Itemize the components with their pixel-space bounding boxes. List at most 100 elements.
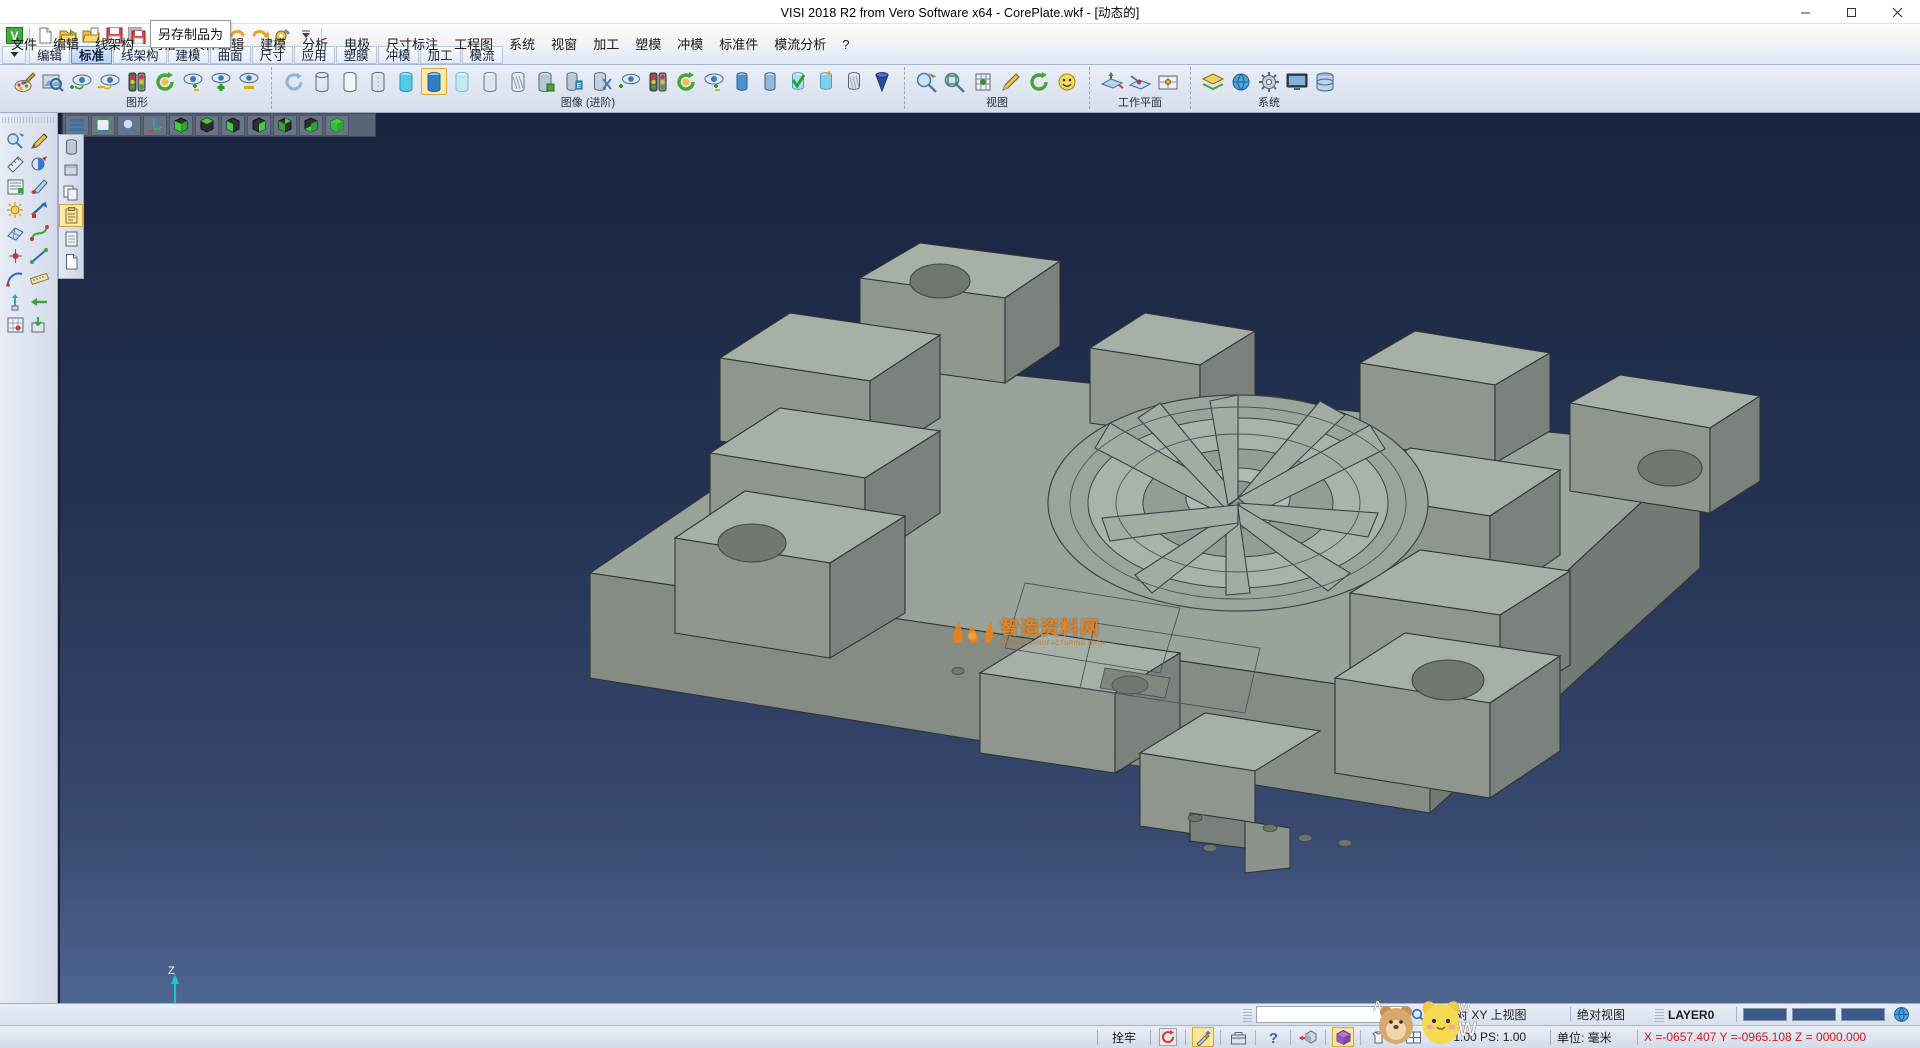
menu-item-17[interactable]: ? bbox=[834, 35, 857, 55]
menu-item-10[interactable]: 系统 bbox=[501, 35, 543, 55]
cone-icon[interactable] bbox=[869, 68, 895, 95]
add-visible2-icon[interactable] bbox=[617, 68, 643, 95]
line-icon[interactable] bbox=[28, 245, 50, 266]
cylinder-small-icon[interactable] bbox=[59, 135, 83, 158]
list-small-icon[interactable] bbox=[59, 227, 83, 250]
color-swatch-0[interactable] bbox=[1743, 1008, 1787, 1021]
view-back-icon[interactable] bbox=[273, 115, 297, 136]
remove-entity-icon[interactable] bbox=[236, 68, 262, 95]
cyl-a-icon[interactable] bbox=[729, 68, 755, 95]
z-axis-icon[interactable] bbox=[4, 291, 26, 312]
toggle2-icon[interactable] bbox=[701, 68, 727, 95]
blue-cyl-selected-icon[interactable] bbox=[421, 68, 447, 95]
help-question-icon[interactable]: ? bbox=[1262, 1027, 1284, 1047]
refresh-view-icon[interactable] bbox=[281, 68, 307, 95]
wp-origin-icon[interactable] bbox=[1155, 68, 1181, 95]
export-small-icon[interactable] bbox=[28, 314, 50, 335]
menu-item-11[interactable]: 视窗 bbox=[543, 35, 585, 55]
menu-item-5[interactable]: 建模 bbox=[252, 35, 294, 55]
cross-cyl-icon[interactable] bbox=[589, 68, 615, 95]
add-visible-icon[interactable] bbox=[68, 68, 94, 95]
cyl-b-icon[interactable] bbox=[757, 68, 783, 95]
menu-item-16[interactable]: 模流分析 bbox=[766, 35, 834, 55]
minimize-button[interactable] bbox=[1782, 0, 1828, 24]
menu-item-2[interactable]: 线架构 bbox=[87, 35, 142, 55]
menu-item-9[interactable]: 工程图 bbox=[446, 35, 501, 55]
edit-entity-icon[interactable] bbox=[28, 176, 50, 197]
mesh-icon[interactable] bbox=[4, 222, 26, 243]
zoom-dynamic-icon[interactable] bbox=[4, 130, 26, 151]
menu-item-0[interactable]: 文件 bbox=[3, 35, 45, 55]
view-left-icon[interactable] bbox=[221, 115, 245, 136]
view-top-icon[interactable] bbox=[195, 115, 219, 136]
zoom-glass-icon[interactable] bbox=[117, 115, 141, 136]
view-front-icon[interactable] bbox=[169, 115, 193, 136]
status-grip-1[interactable] bbox=[1243, 1008, 1252, 1022]
zoom-window-icon[interactable] bbox=[914, 68, 940, 95]
zoom-all-icon[interactable] bbox=[942, 68, 968, 95]
hidden-cyl-icon[interactable] bbox=[337, 68, 363, 95]
globe-icon[interactable] bbox=[1890, 1005, 1912, 1025]
traffic-light-icon[interactable] bbox=[124, 68, 150, 95]
monitor-icon[interactable] bbox=[1284, 68, 1310, 95]
explode-cube-icon[interactable] bbox=[1297, 1027, 1319, 1047]
wp-define-icon[interactable] bbox=[1099, 68, 1125, 95]
shade-cyl-icon[interactable] bbox=[365, 68, 391, 95]
traffic-light2-icon[interactable] bbox=[645, 68, 671, 95]
clipboard-yellow-icon[interactable] bbox=[59, 204, 83, 227]
pencil-edit-icon[interactable] bbox=[28, 130, 50, 151]
measure-icon[interactable] bbox=[4, 153, 26, 174]
layer-label[interactable]: LAYER0 bbox=[1668, 1008, 1730, 1022]
wire-cyl-icon[interactable] bbox=[309, 68, 335, 95]
check-cyl-icon[interactable] bbox=[785, 68, 811, 95]
menu-item-1[interactable]: 编辑 bbox=[45, 35, 87, 55]
curve-icon[interactable] bbox=[28, 222, 50, 243]
color-swatch-1[interactable] bbox=[1792, 1008, 1836, 1021]
render-image-icon[interactable] bbox=[40, 68, 66, 95]
color-swatch-2[interactable] bbox=[1841, 1008, 1885, 1021]
rotate-lock-icon[interactable] bbox=[1157, 1027, 1179, 1047]
light-cyl-icon[interactable] bbox=[449, 68, 475, 95]
copy-small-icon[interactable] bbox=[59, 181, 83, 204]
blue-arrow-icon[interactable] bbox=[28, 199, 50, 220]
layers-icon[interactable] bbox=[1200, 68, 1226, 95]
add-entity-icon[interactable] bbox=[208, 68, 234, 95]
menu-item-7[interactable]: 电极 bbox=[336, 35, 378, 55]
axis-triad-icon[interactable] bbox=[143, 115, 167, 136]
wp-axis-icon[interactable] bbox=[1127, 68, 1153, 95]
model-viewport[interactable]: 智造资料网 ZHIZAO MANUFACTURING DATA Z Y X bbox=[60, 113, 1920, 1003]
layer-tree-icon[interactable] bbox=[4, 176, 26, 197]
view-right-icon[interactable] bbox=[247, 115, 271, 136]
lock-label[interactable]: 拴牢 bbox=[1104, 1029, 1144, 1046]
settings-gear-icon[interactable] bbox=[1256, 68, 1282, 95]
render-palette-icon[interactable] bbox=[12, 68, 38, 95]
refresh2-icon[interactable] bbox=[673, 68, 699, 95]
pen-icon[interactable] bbox=[998, 68, 1024, 95]
menu-item-12[interactable]: 加工 bbox=[585, 35, 627, 55]
view-type-label[interactable]: 绝对视图 bbox=[1577, 1006, 1651, 1023]
magic-wand-icon[interactable] bbox=[1192, 1027, 1214, 1047]
tube-icon[interactable] bbox=[841, 68, 867, 95]
purple-cube-icon[interactable] bbox=[1332, 1027, 1354, 1047]
view-iso-icon[interactable] bbox=[325, 115, 349, 136]
sun-light-icon[interactable] bbox=[4, 199, 26, 220]
menu-item-6[interactable]: 分析 bbox=[294, 35, 336, 55]
green-cyl-icon[interactable] bbox=[533, 68, 559, 95]
point-icon[interactable] bbox=[4, 245, 26, 266]
plate-small-icon[interactable] bbox=[59, 158, 83, 181]
fit-window-icon[interactable] bbox=[91, 115, 115, 136]
ruler-icon[interactable] bbox=[28, 268, 50, 289]
toolbox-icon[interactable] bbox=[1227, 1027, 1249, 1047]
view-bottom-icon[interactable] bbox=[299, 115, 323, 136]
fill-cyl-icon[interactable] bbox=[813, 68, 839, 95]
close-button[interactable] bbox=[1874, 0, 1920, 24]
menu-item-15[interactable]: 标准件 bbox=[711, 35, 766, 55]
palette-grip[interactable] bbox=[2, 117, 54, 123]
rotate-icon[interactable] bbox=[1026, 68, 1052, 95]
cyan-cyl-icon[interactable] bbox=[393, 68, 419, 95]
maximize-button[interactable] bbox=[1828, 0, 1874, 24]
remove-visible-icon[interactable] bbox=[96, 68, 122, 95]
menu-item-13[interactable]: 塑模 bbox=[627, 35, 669, 55]
database-icon[interactable] bbox=[1312, 68, 1338, 95]
grid-icon[interactable] bbox=[970, 68, 996, 95]
